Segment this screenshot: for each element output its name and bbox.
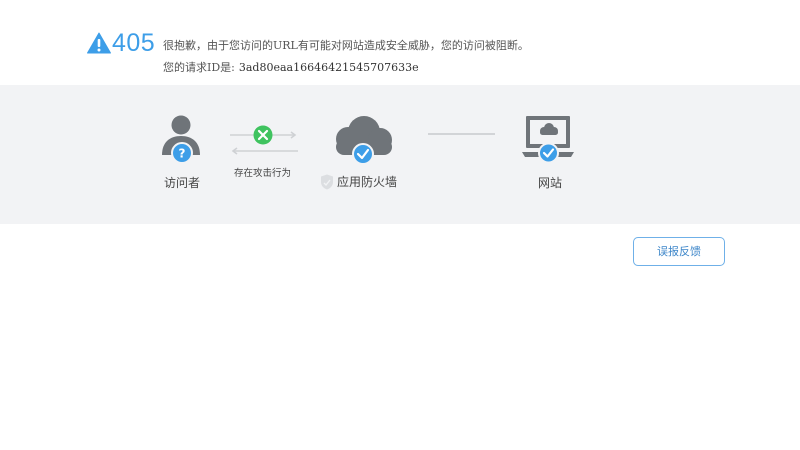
user-question-icon: ? [162,115,200,164]
blocked-x-icon [253,125,273,145]
website-node [521,115,577,165]
svg-text:?: ? [179,147,186,161]
false-positive-feedback-button[interactable]: 误报反馈 [633,237,725,266]
shield-icon [321,174,333,189]
warning-triangle-icon [87,32,111,54]
visitor-node: ? [159,115,205,165]
website-label: 网站 [538,176,563,190]
firewall-label: 应用防火墙 [320,173,397,190]
request-id-label: 您的请求ID是: [163,61,235,74]
cloud-check-icon [336,116,392,165]
block-diagram: ? 访问者 存在攻击行为 应用防火墙 网站 [0,85,800,224]
firewall-website-link [428,133,495,135]
error-code: 405 [112,29,156,57]
laptop-cloud-check-icon [522,116,574,164]
attack-connector [230,125,298,155]
error-header: 405 很抱歉，由于您访问的URL有可能对网站造成安全威胁，您的访问被阻断。 您… [87,29,787,80]
error-message: 很抱歉，由于您访问的URL有可能对网站造成安全威胁，您的访问被阻断。 [163,39,529,52]
request-id-line: 您的请求ID是: 3ad80eaa16646421545707633e [163,59,419,75]
firewall-label-text: 应用防火墙 [337,175,398,189]
request-id-value: 3ad80eaa16646421545707633e [238,61,419,74]
visitor-label: 访问者 [164,176,201,190]
attack-label: 存在攻击行为 [234,168,292,179]
firewall-node [330,115,396,167]
